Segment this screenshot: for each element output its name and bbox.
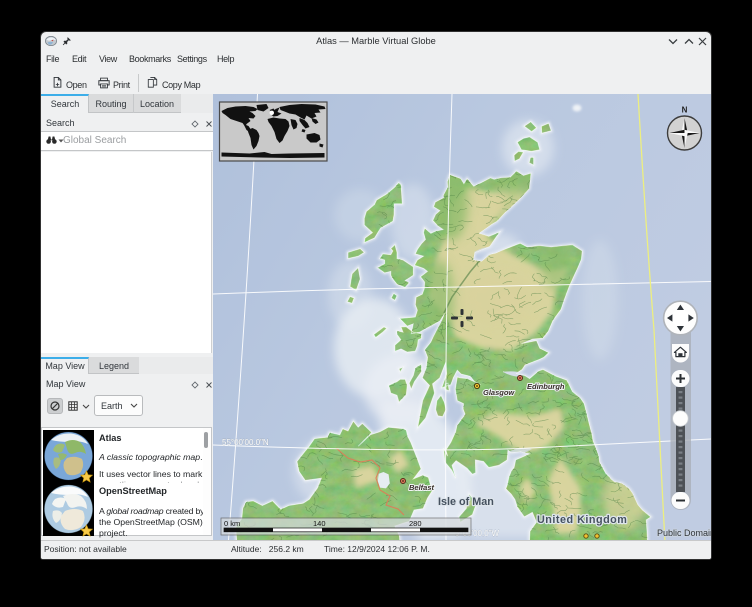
svg-text:55°00'00.0"N: 55°00'00.0"N	[222, 438, 269, 447]
svg-text:United Kingdom: United Kingdom	[537, 514, 627, 526]
svg-text:0 km: 0 km	[224, 519, 240, 528]
svg-text:Belfast: Belfast	[409, 483, 435, 492]
svg-text:N: N	[682, 106, 688, 115]
svg-text:Edinburgh: Edinburgh	[527, 382, 565, 391]
svg-text:280: 280	[409, 519, 422, 528]
svg-text:Glasgow: Glasgow	[483, 388, 515, 397]
svg-text:Public Domain: Public Domain	[657, 528, 711, 538]
svg-text:Isle of Man: Isle of Man	[438, 496, 494, 508]
svg-text:140: 140	[313, 519, 326, 528]
